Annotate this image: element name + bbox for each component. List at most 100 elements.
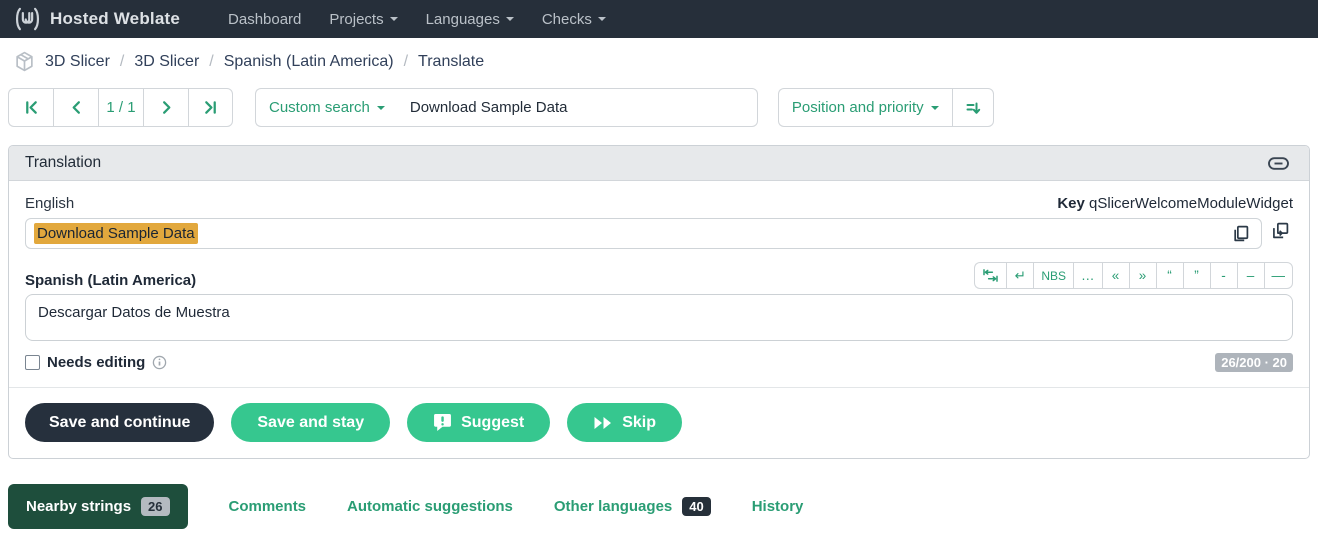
- tab-label: Automatic suggestions: [347, 498, 513, 515]
- custom-search-label: Custom search: [269, 99, 370, 116]
- insert-laquo-button[interactable]: «: [1102, 262, 1129, 289]
- next-page-icon: [159, 100, 174, 115]
- breadcrumb-page[interactable]: Translate: [418, 53, 484, 71]
- source-language-label: English: [25, 195, 74, 212]
- nav-item-label: Projects: [329, 11, 383, 28]
- sort-direction-button[interactable]: [952, 88, 994, 127]
- suggest-button[interactable]: Suggest: [407, 403, 550, 442]
- prev-page-button[interactable]: [53, 88, 98, 127]
- package-icon: [14, 51, 35, 72]
- source-label-row: English Key qSlicerWelcomeModuleWidget: [25, 195, 1293, 212]
- nav-item-label: Checks: [542, 11, 592, 28]
- key-value: qSlicerWelcomeModuleWidget: [1089, 195, 1293, 212]
- sort-group: Position and priority: [778, 88, 994, 131]
- needs-editing-label: Needs editing: [47, 354, 145, 371]
- insert-tab-button[interactable]: [974, 262, 1006, 289]
- sort-descending-icon: [965, 100, 981, 116]
- tab-history[interactable]: History: [752, 498, 804, 515]
- nav-item-projects[interactable]: Projects: [329, 11, 397, 28]
- tab-other-languages[interactable]: Other languages 40: [554, 497, 711, 516]
- insert-ldquo-button[interactable]: “: [1156, 262, 1183, 289]
- save-and-continue-label: Save and continue: [49, 414, 190, 432]
- string-key: Key qSlicerWelcomeModuleWidget: [1057, 195, 1293, 212]
- clone-icon: [1272, 222, 1289, 239]
- custom-search-dropdown[interactable]: Custom search: [255, 88, 398, 127]
- insert-emdash-button[interactable]: —: [1264, 262, 1294, 289]
- breadcrumb-separator: /: [209, 53, 213, 71]
- translation-textarea[interactable]: Descargar Datos de Muestra: [25, 294, 1293, 341]
- insert-rdquo-button[interactable]: ”: [1183, 262, 1210, 289]
- brand[interactable]: Hosted Weblate: [14, 6, 180, 32]
- insert-raquo-button[interactable]: »: [1129, 262, 1156, 289]
- skip-forward-icon: [593, 416, 613, 430]
- pager-group: 1 / 1: [8, 88, 233, 131]
- caret-down-icon: [377, 106, 385, 110]
- caret-down-icon: [931, 106, 939, 110]
- nav-item-dashboard[interactable]: Dashboard: [228, 11, 301, 28]
- key-label: Key: [1057, 195, 1085, 212]
- tab-automatic-suggestions[interactable]: Automatic suggestions: [347, 498, 513, 515]
- save-and-stay-button[interactable]: Save and stay: [231, 403, 390, 442]
- top-navbar: Hosted Weblate Dashboard Projects Langua…: [0, 0, 1318, 38]
- nav-item-checks[interactable]: Checks: [542, 11, 606, 28]
- pager-position-label: 1 / 1: [106, 99, 135, 116]
- tab-count-badge: 40: [682, 497, 710, 516]
- nav-item-languages[interactable]: Languages: [426, 11, 514, 28]
- pager-position: 1 / 1: [98, 88, 143, 127]
- detail-tabs: Nearby strings 26 Comments Automatic sug…: [8, 484, 1310, 529]
- translate-toolbar: 1 / 1 Custom search Position and priorit…: [0, 84, 1318, 131]
- search-input[interactable]: [398, 88, 758, 127]
- breadcrumb: 3D Slicer / 3D Slicer / Spanish (Latin A…: [0, 38, 1318, 84]
- permalink-button[interactable]: [1264, 155, 1293, 172]
- breadcrumb-project[interactable]: 3D Slicer: [45, 53, 110, 71]
- first-page-icon: [24, 100, 39, 115]
- breadcrumb-separator: /: [404, 53, 408, 71]
- translation-panel-body: English Key qSlicerWelcomeModuleWidget D…: [9, 181, 1309, 372]
- insert-hyphen-button[interactable]: -: [1210, 262, 1237, 289]
- caret-down-icon: [390, 17, 398, 21]
- sort-order-label: Position and priority: [792, 99, 924, 116]
- tab-nearby-strings[interactable]: Nearby strings 26: [8, 484, 188, 529]
- skip-button[interactable]: Skip: [567, 403, 682, 442]
- suggest-bubble-icon: [433, 413, 452, 432]
- target-label-row: Spanish (Latin America) ↵ NBS … « » “ ” …: [25, 262, 1293, 289]
- sort-order-dropdown[interactable]: Position and priority: [778, 88, 952, 127]
- insert-newline-button[interactable]: ↵: [1006, 262, 1033, 289]
- brand-name: Hosted Weblate: [50, 9, 180, 29]
- caret-down-icon: [598, 17, 606, 21]
- breadcrumb-separator: /: [120, 53, 124, 71]
- nav-item-label: Dashboard: [228, 11, 301, 28]
- target-language-label: Spanish (Latin America): [25, 272, 196, 289]
- needs-editing-control: Needs editing: [25, 354, 167, 371]
- tab-label: Nearby strings: [26, 498, 131, 515]
- source-string-row: Download Sample Data: [25, 212, 1293, 249]
- info-icon: [152, 355, 167, 370]
- tab-character-icon: [982, 269, 999, 282]
- suggest-label: Suggest: [461, 414, 524, 432]
- next-page-button[interactable]: [143, 88, 188, 127]
- action-buttons-row: Save and continue Save and stay Suggest …: [9, 387, 1309, 458]
- skip-label: Skip: [622, 414, 656, 432]
- insert-endash-button[interactable]: –: [1237, 262, 1264, 289]
- insert-nbsp-button[interactable]: NBS: [1033, 262, 1073, 289]
- breadcrumb-language[interactable]: Spanish (Latin America): [224, 53, 394, 71]
- tab-label: Other languages: [554, 498, 672, 515]
- translation-panel: Translation English Key qSlicerWelcomeMo…: [8, 145, 1310, 459]
- first-page-button[interactable]: [8, 88, 53, 127]
- copy-source-button[interactable]: [1228, 223, 1253, 244]
- last-page-icon: [203, 100, 218, 115]
- copy-icon: [1232, 225, 1249, 242]
- nav-item-label: Languages: [426, 11, 500, 28]
- highlighted-source-text: Download Sample Data: [34, 223, 198, 244]
- breadcrumb-component[interactable]: 3D Slicer: [134, 53, 199, 71]
- needs-editing-checkbox[interactable]: [25, 355, 40, 370]
- last-page-button[interactable]: [188, 88, 233, 127]
- save-and-continue-button[interactable]: Save and continue: [25, 403, 214, 442]
- search-group: Custom search: [255, 88, 758, 131]
- link-icon: [1268, 157, 1289, 170]
- tab-label: History: [752, 498, 804, 515]
- clone-to-translation-button[interactable]: [1268, 220, 1293, 241]
- translation-panel-header: Translation: [9, 146, 1309, 181]
- tab-comments[interactable]: Comments: [229, 498, 307, 515]
- insert-ellipsis-button[interactable]: …: [1073, 262, 1102, 289]
